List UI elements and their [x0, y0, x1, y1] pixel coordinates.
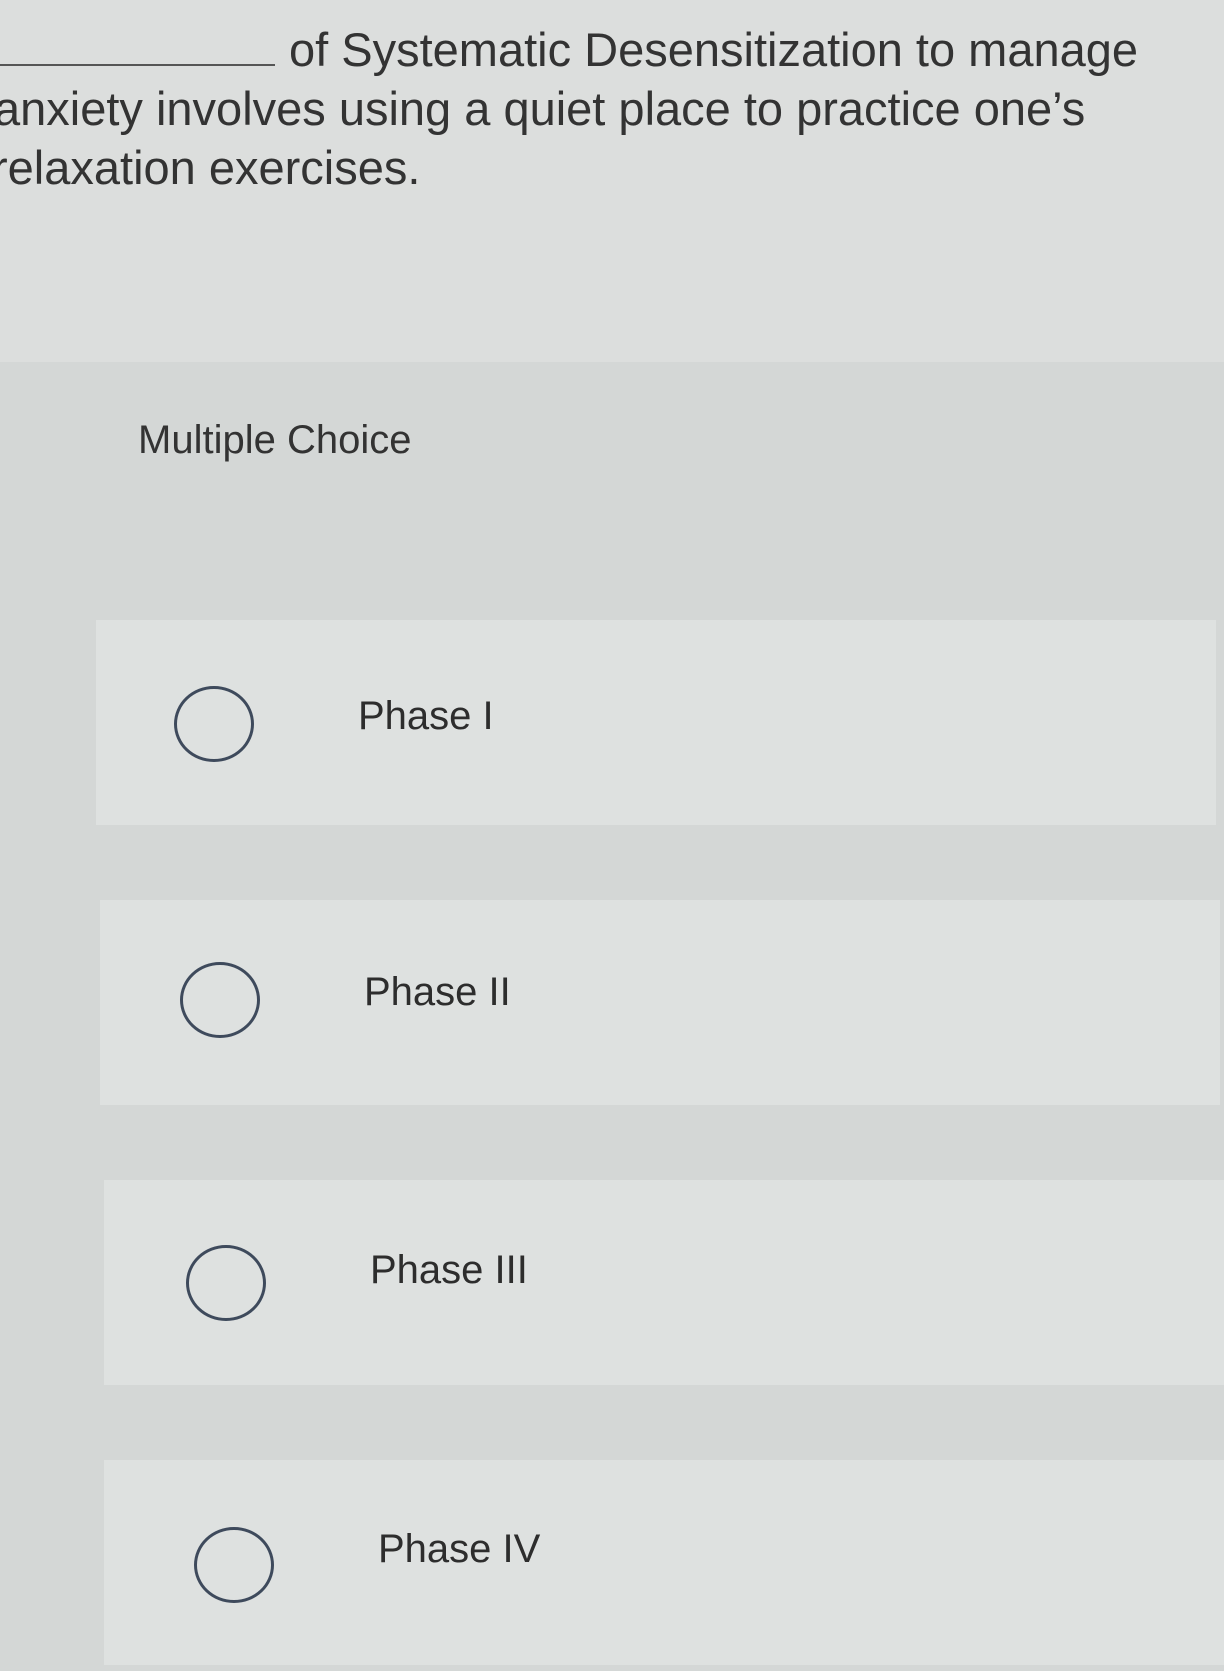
question-type-label: Multiple Choice	[138, 418, 412, 462]
multiple-choice-panel: Multiple Choice Phase I Phase II Phase I…	[0, 362, 1224, 1671]
option-label: Phase II	[364, 970, 511, 1014]
question-line-1: of Systematic Desensitization to manage	[289, 23, 1139, 76]
option-phase-1[interactable]: Phase I	[96, 620, 1216, 825]
option-phase-4[interactable]: Phase IV	[104, 1460, 1224, 1665]
question-line-2: anxiety involves using a quiet place to …	[0, 82, 1086, 135]
question-line-3: relaxation exercises.	[0, 141, 421, 194]
option-phase-2[interactable]: Phase II	[100, 900, 1220, 1105]
radio-button[interactable]	[174, 686, 254, 762]
option-label: Phase IV	[378, 1527, 541, 1571]
option-phase-3[interactable]: Phase III	[104, 1180, 1224, 1385]
radio-button[interactable]	[194, 1527, 274, 1603]
answer-blank	[0, 24, 275, 66]
radio-button[interactable]	[186, 1245, 266, 1321]
option-label: Phase I	[358, 694, 494, 738]
question-text: of Systematic Desensitization to manage …	[0, 20, 1190, 197]
option-label: Phase III	[370, 1248, 528, 1292]
radio-button[interactable]	[180, 962, 260, 1038]
